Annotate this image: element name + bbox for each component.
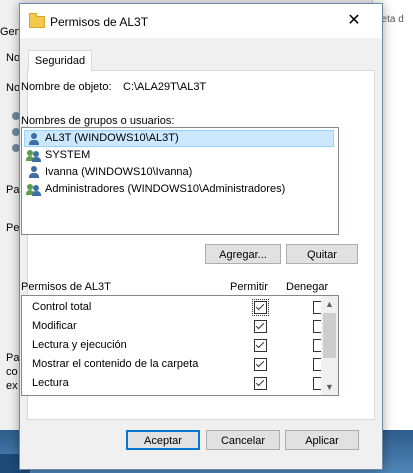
permissions-scrollbar[interactable]: ▲ ▼ [321, 296, 338, 395]
group-item-system[interactable]: SYSTEM [25, 147, 333, 164]
allow-checkbox[interactable] [254, 320, 267, 333]
dialog-title: Permisos de AL3T [50, 15, 149, 29]
cancel-button[interactable]: Cancelar [206, 430, 280, 450]
groups-list[interactable]: AL3T (WINDOWS10\AL3T) SYSTEM Ivanna (WIN… [21, 127, 339, 235]
folder-icon [29, 13, 45, 28]
allow-checkbox[interactable] [254, 339, 267, 352]
allow-column-header: Permitir [230, 281, 268, 293]
permission-row: Lectura [22, 374, 326, 393]
accept-button[interactable]: Aceptar [126, 430, 200, 450]
title-bar[interactable]: Permisos de AL3T ✕ [20, 4, 382, 38]
user-group-icon [26, 149, 41, 162]
permission-label: Control total [32, 301, 92, 313]
parent-label-fragment: No [6, 82, 21, 94]
parent-tab-fragment: Gen [0, 26, 21, 38]
user-group-icon [26, 183, 41, 196]
group-item-al3t[interactable]: AL3T (WINDOWS10\AL3T) [24, 130, 334, 147]
permission-label: Lectura y ejecución [32, 339, 127, 351]
parent-label-fragment: ex [6, 380, 18, 392]
apply-button[interactable]: Aplicar [285, 430, 359, 450]
permission-row: Mostrar el contenido de la carpeta [22, 355, 326, 374]
deny-column-header: Denegar [286, 281, 329, 293]
permissions-header: Permisos de AL3T [21, 281, 111, 293]
allow-checkbox[interactable] [252, 299, 269, 316]
allow-checkbox[interactable] [254, 377, 267, 390]
groups-label: Nombres de grupos o usuarios: [21, 115, 175, 127]
scroll-thumb[interactable] [323, 313, 336, 358]
object-name-value: C:\ALA29T\AL3T [123, 81, 207, 93]
parent-label-fragment: Pe [6, 222, 20, 234]
permission-label: Mostrar el contenido de la carpeta [32, 358, 199, 370]
permission-row: Lectura y ejecución [22, 336, 326, 355]
permission-row: Modificar [22, 317, 326, 336]
group-item-label: Administradores (WINDOWS10\Administrador… [45, 183, 286, 195]
group-item-label: Ivanna (WINDOWS10\Ivanna) [45, 166, 193, 178]
group-item-ivanna[interactable]: Ivanna (WINDOWS10\Ivanna) [25, 164, 333, 181]
remove-button[interactable]: Quitar [286, 244, 358, 264]
single-user-icon [27, 166, 41, 179]
permission-label: Modificar [32, 320, 77, 332]
group-item-label: AL3T (WINDOWS10\AL3T) [45, 132, 179, 144]
group-item-administradores[interactable]: Administradores (WINDOWS10\Administrador… [25, 181, 333, 198]
parent-label-fragment: co [6, 366, 18, 378]
permission-row: Control total [22, 298, 326, 317]
parent-label-fragment: Pa [6, 184, 20, 196]
add-button[interactable]: Agregar... [205, 244, 281, 264]
parent-label-fragment: No [6, 52, 21, 64]
parent-label-fragment: Pa [6, 352, 20, 364]
scroll-up-arrow-icon[interactable]: ▲ [321, 296, 338, 312]
tab-seguridad[interactable]: Seguridad [28, 50, 92, 71]
allow-checkbox[interactable] [254, 358, 267, 371]
close-button[interactable]: ✕ [340, 9, 368, 33]
permissions-list: Control total Modificar Lectura y ejecuc… [21, 295, 339, 396]
object-name-label: Nombre de objeto: [21, 81, 112, 93]
group-item-label: SYSTEM [45, 149, 91, 161]
scroll-down-arrow-icon[interactable]: ▼ [321, 379, 338, 395]
permissions-dialog: Permisos de AL3T ✕ Seguridad [19, 3, 383, 470]
single-user-icon [27, 133, 41, 146]
permission-label: Lectura [32, 377, 69, 389]
